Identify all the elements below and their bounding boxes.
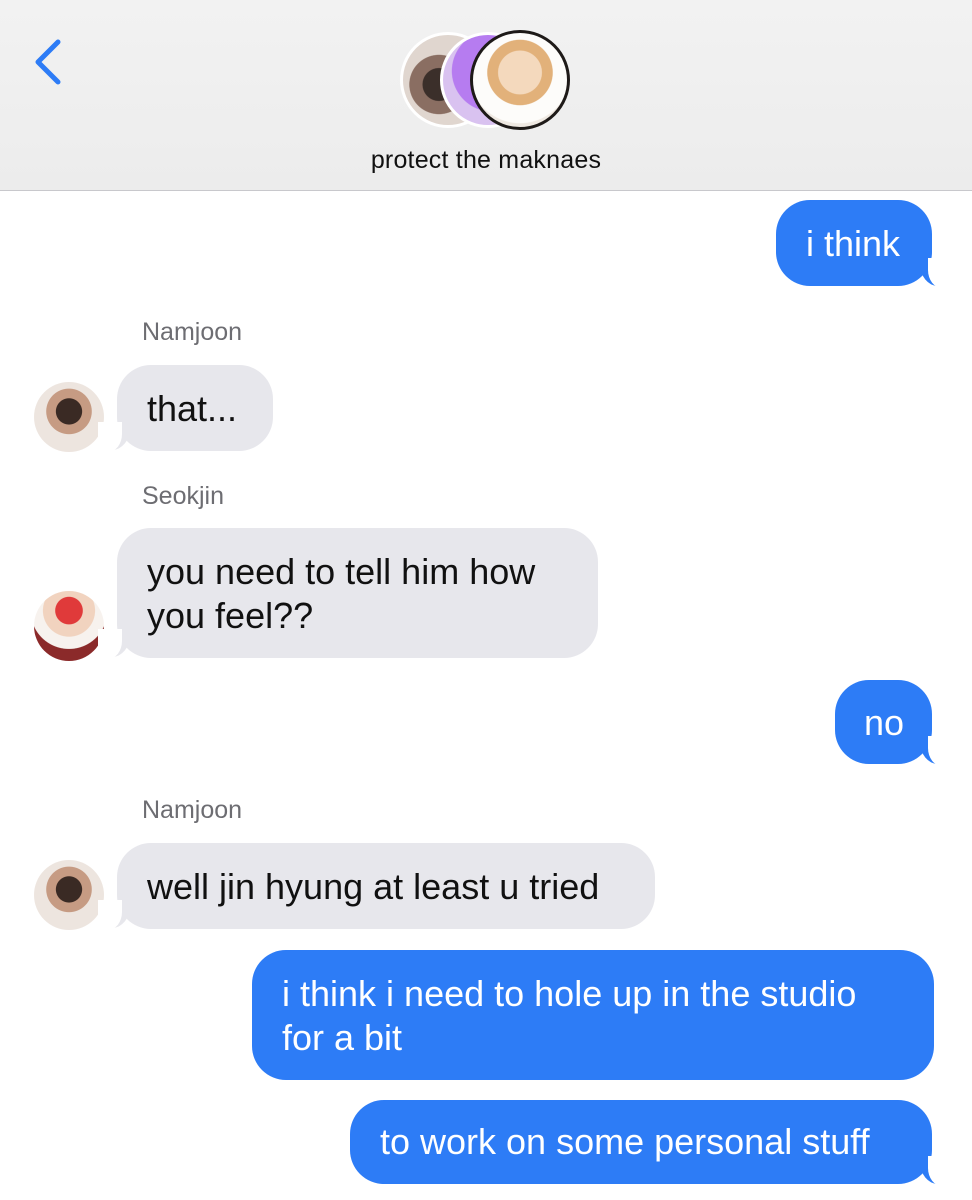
- message-bubble[interactable]: you need to tell him how you feel??: [117, 528, 598, 658]
- avatar[interactable]: [34, 382, 104, 452]
- sender-name: Namjoon: [142, 796, 243, 824]
- sender-name: Seokjin: [142, 482, 224, 510]
- message-text: you need to tell him how you feel??: [147, 551, 536, 636]
- bubble-tail: [920, 1156, 952, 1186]
- message-bubble[interactable]: well jin hyung at least u tried: [117, 843, 655, 929]
- group-member-avatar: [470, 30, 570, 130]
- message-text: no: [864, 702, 905, 743]
- group-avatar-stack[interactable]: [400, 30, 575, 130]
- bubble-tail: [98, 629, 130, 659]
- message-text: well jin hyung at least u tried: [147, 866, 600, 907]
- back-button[interactable]: [30, 36, 70, 86]
- bubble-tail: [920, 258, 952, 288]
- chevron-left-icon: [35, 39, 61, 85]
- message-text: i think i need to hole up in the studio …: [282, 973, 857, 1058]
- avatar[interactable]: [34, 591, 104, 661]
- message-bubble[interactable]: that...: [117, 365, 273, 451]
- avatar[interactable]: [34, 860, 104, 930]
- message-bubble[interactable]: to work on some personal stuff: [350, 1100, 932, 1184]
- conversation-header: protect the maknaes: [0, 0, 972, 191]
- bubble-tail: [98, 422, 130, 452]
- bubble-tail: [920, 736, 952, 766]
- sender-name: Namjoon: [142, 318, 243, 346]
- message-bubble[interactable]: no: [835, 680, 932, 764]
- message-text: to work on some personal stuff: [380, 1121, 870, 1162]
- message-text: i think: [806, 223, 901, 264]
- message-bubble[interactable]: i think: [776, 200, 932, 286]
- group-name[interactable]: protect the maknaes: [0, 146, 972, 175]
- message-bubble[interactable]: i think i need to hole up in the studio …: [252, 950, 934, 1080]
- message-text: that...: [147, 388, 238, 429]
- bubble-tail: [98, 900, 130, 930]
